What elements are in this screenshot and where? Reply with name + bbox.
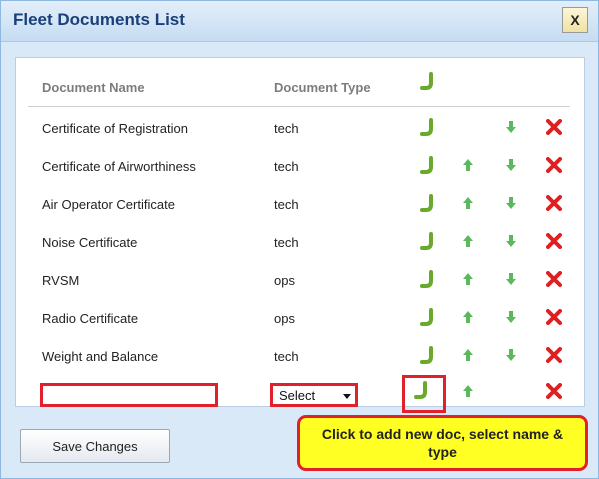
edit-return-arrow-icon[interactable] <box>419 118 437 138</box>
dialog-title: Fleet Documents List <box>13 10 185 29</box>
delete-x-icon[interactable] <box>546 271 562 287</box>
edit-return-arrow-icon[interactable] <box>419 346 437 366</box>
save-changes-button[interactable]: Save Changes <box>20 429 170 463</box>
document-name: Air Operator Certificate <box>42 197 175 212</box>
table-row: RVSM ops <box>16 262 584 300</box>
move-up-arrow-icon[interactable] <box>463 311 473 323</box>
delete-x-icon[interactable] <box>546 157 562 173</box>
move-up-arrow-icon[interactable] <box>463 349 473 361</box>
move-down-arrow-icon[interactable] <box>506 197 516 209</box>
chevron-down-icon <box>343 394 351 399</box>
close-button[interactable]: X <box>562 7 588 33</box>
table-row: Certificate of Airworthiness tech <box>16 148 584 186</box>
move-down-arrow-icon[interactable] <box>506 159 516 171</box>
new-document-name-input[interactable] <box>40 383 218 407</box>
document-type: ops <box>274 311 295 326</box>
table-row: Radio Certificate ops <box>16 300 584 338</box>
move-up-arrow-icon[interactable] <box>463 197 473 209</box>
new-document-type-value: Select <box>279 388 316 403</box>
document-type: tech <box>274 235 299 250</box>
move-up-arrow-icon[interactable] <box>463 235 473 247</box>
delete-x-icon[interactable] <box>546 195 562 211</box>
move-up-arrow-icon[interactable] <box>463 273 473 285</box>
instruction-callout: Click to add new doc, select name & type <box>297 415 588 471</box>
move-down-arrow-icon[interactable] <box>506 121 516 133</box>
header-return-arrow-icon[interactable] <box>419 72 437 92</box>
document-name: Certificate of Registration <box>42 121 188 136</box>
table-row: Certificate of Registration tech <box>16 110 584 148</box>
edit-return-arrow-icon[interactable] <box>419 194 437 214</box>
document-name: Noise Certificate <box>42 235 138 250</box>
document-name: Certificate of Airworthiness <box>42 159 196 174</box>
document-type: tech <box>274 349 299 364</box>
edit-return-arrow-icon[interactable] <box>419 156 437 176</box>
fleet-documents-dialog: Fleet Documents List X Document Name Doc… <box>0 0 599 479</box>
document-name: Weight and Balance <box>42 349 159 364</box>
table-row: Air Operator Certificate tech <box>16 186 584 224</box>
document-type: tech <box>274 121 299 136</box>
edit-return-arrow-icon[interactable] <box>419 232 437 252</box>
documents-table: Document Name Document Type Certificate … <box>15 57 585 413</box>
move-down-arrow-icon[interactable] <box>506 311 516 323</box>
header-divider <box>28 106 570 107</box>
document-type: tech <box>274 197 299 212</box>
new-row-arrow-up-icon[interactable] <box>463 385 473 397</box>
move-down-arrow-icon[interactable] <box>506 273 516 285</box>
document-type: ops <box>274 273 295 288</box>
header-document-name: Document Name <box>42 80 145 95</box>
document-type: tech <box>274 159 299 174</box>
document-name: Radio Certificate <box>42 311 139 326</box>
new-document-type-select[interactable]: Select <box>270 383 358 407</box>
move-down-arrow-icon[interactable] <box>506 349 516 361</box>
header-document-type: Document Type <box>274 80 371 95</box>
edit-return-arrow-icon[interactable] <box>419 270 437 290</box>
move-down-arrow-icon[interactable] <box>506 235 516 247</box>
delete-x-icon[interactable] <box>546 309 562 325</box>
add-document-return-arrow-icon[interactable] <box>413 381 431 401</box>
move-up-arrow-icon[interactable] <box>463 159 473 171</box>
document-name: RVSM <box>42 273 80 288</box>
delete-x-icon[interactable] <box>546 119 562 135</box>
table-row: Noise Certificate tech <box>16 224 584 262</box>
delete-x-icon[interactable] <box>546 347 562 363</box>
delete-x-icon[interactable] <box>546 233 562 249</box>
table-row: Weight and Balance tech <box>16 338 584 376</box>
dialog-titlebar: Fleet Documents List X <box>1 1 598 42</box>
new-row-delete-x-icon[interactable] <box>546 383 562 399</box>
edit-return-arrow-icon[interactable] <box>419 308 437 328</box>
